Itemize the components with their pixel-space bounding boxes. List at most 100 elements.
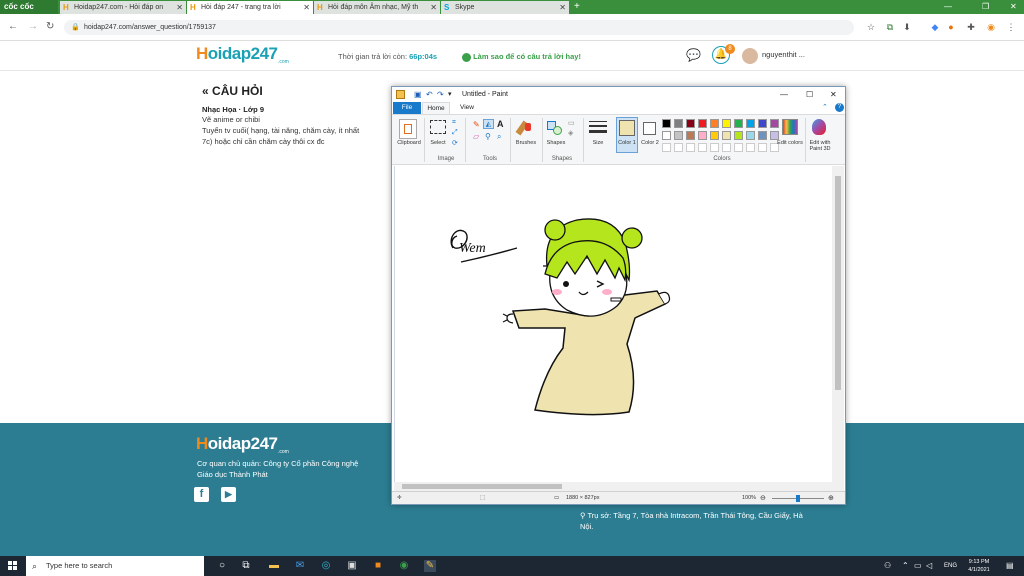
notifications-icon[interactable]: ▤ xyxy=(1006,561,1014,570)
network-icon[interactable]: ▭ xyxy=(914,561,922,570)
fill-shape-icon[interactable]: ◈ xyxy=(568,129,573,137)
palette-swatch[interactable] xyxy=(686,131,695,140)
maximize-icon[interactable]: ☐ xyxy=(806,87,813,102)
volume-icon[interactable]: ◁ xyxy=(926,561,932,570)
office-icon[interactable]: ■ xyxy=(372,560,384,572)
redo-icon[interactable]: ↷ xyxy=(437,87,444,102)
file-menu[interactable]: File xyxy=(393,102,421,114)
tab-hoidap-home[interactable]: H Hoidap247.com - Hỏi đáp on ✕ xyxy=(60,1,186,14)
select-icon[interactable] xyxy=(430,120,446,134)
puzzle-icon[interactable]: ✚ xyxy=(966,22,976,32)
palette-swatch-empty[interactable] xyxy=(662,143,671,152)
edit-colors-icon[interactable] xyxy=(782,119,798,135)
undo-icon[interactable]: ↶ xyxy=(426,87,433,102)
palette-swatch[interactable] xyxy=(770,119,779,128)
palette-swatch[interactable] xyxy=(698,131,707,140)
coccoc-brand[interactable]: cốc cốc xyxy=(0,0,58,14)
close-icon[interactable]: ✕ xyxy=(559,1,566,14)
site-logo[interactable]: Hoidap247 .com xyxy=(196,44,289,65)
tray-chevron-icon[interactable]: ⌃ xyxy=(902,561,909,570)
zoom-in-icon[interactable]: ⊕ xyxy=(828,492,834,505)
close-icon[interactable]: ✕ xyxy=(830,87,837,102)
quick-access-dropdown-icon[interactable]: ▾ xyxy=(448,87,452,102)
tab-hoidap-music[interactable]: H Hỏi đáp môn Âm nhạc, Mỹ th ✕ xyxy=(314,1,440,14)
paint-titlebar[interactable]: ▣ ↶ ↷ ▾ Untitled - Paint — ☐ ✕ xyxy=(392,87,845,102)
edit-colors-label[interactable]: Edit colors xyxy=(776,140,804,146)
palette-swatch[interactable] xyxy=(710,131,719,140)
cortana-icon[interactable]: ○ xyxy=(216,560,228,572)
palette-swatch[interactable] xyxy=(770,131,779,140)
palette-swatch-empty[interactable] xyxy=(686,143,695,152)
palette-swatch[interactable] xyxy=(722,131,731,140)
outline-icon[interactable]: ▭ xyxy=(568,119,575,127)
paint-window[interactable]: ▣ ↶ ↷ ▾ Untitled - Paint — ☐ ✕ File Home… xyxy=(391,86,846,505)
color2-swatch[interactable] xyxy=(643,122,656,135)
tab-skype[interactable]: S Skype ✕ xyxy=(441,1,569,14)
palette-swatch[interactable] xyxy=(746,119,755,128)
avatar[interactable] xyxy=(742,48,758,64)
view-tab[interactable]: View xyxy=(454,102,480,114)
select-label[interactable]: Select xyxy=(425,140,451,146)
answer-tip-link[interactable]: Làm sao để có câu trả lời hay! xyxy=(462,52,581,62)
palette-swatch[interactable] xyxy=(758,119,767,128)
close-window-icon[interactable]: ✕ xyxy=(1010,0,1017,13)
eraser-icon[interactable]: ▱ xyxy=(473,132,479,141)
file-explorer-icon[interactable]: ▬ xyxy=(268,560,280,572)
clipboard-icon[interactable] xyxy=(399,119,417,139)
crop-icon[interactable]: ⌗ xyxy=(452,119,456,127)
palette-swatch-empty[interactable] xyxy=(758,143,767,152)
extension-icon[interactable]: ⧉ xyxy=(885,22,895,32)
palette-swatch[interactable] xyxy=(662,119,671,128)
palette-swatch[interactable] xyxy=(674,119,683,128)
palette-swatch[interactable] xyxy=(686,119,695,128)
minimize-icon[interactable]: — xyxy=(780,87,788,102)
youtube-icon[interactable]: ▶ xyxy=(221,487,236,502)
brushes-icon[interactable] xyxy=(515,119,534,137)
horizontal-scrollbar[interactable] xyxy=(394,482,844,491)
palette-swatch[interactable] xyxy=(758,131,767,140)
paint3d-icon[interactable] xyxy=(812,119,826,135)
color-picker-icon[interactable]: ⚲ xyxy=(485,132,491,141)
minimize-icon[interactable]: — xyxy=(944,0,952,13)
text-icon[interactable]: A xyxy=(497,119,504,129)
store-icon[interactable]: ▣ xyxy=(346,560,358,572)
palette-swatch[interactable] xyxy=(698,119,707,128)
task-view-icon[interactable]: ⧉ xyxy=(240,560,252,572)
home-tab[interactable]: Home xyxy=(422,102,450,114)
username[interactable]: nguyenthit ... xyxy=(762,50,805,59)
zoom-slider-thumb[interactable] xyxy=(796,495,800,502)
back-arrow-icon[interactable]: ← xyxy=(8,21,18,32)
new-tab-button[interactable]: + xyxy=(574,0,580,13)
facebook-icon[interactable]: f xyxy=(194,487,209,502)
drawing-canvas[interactable]: Wem xyxy=(395,166,832,482)
palette-swatch[interactable] xyxy=(674,131,683,140)
people-icon[interactable]: ⚇ xyxy=(884,561,891,570)
palette-swatch-empty[interactable] xyxy=(746,143,755,152)
fill-icon[interactable]: ◭ xyxy=(483,119,494,129)
edit-paint3d-label[interactable]: Edit with Paint 3D xyxy=(806,140,834,152)
palette-swatch[interactable] xyxy=(722,119,731,128)
palette-swatch-empty[interactable] xyxy=(698,143,707,152)
shapes-icon[interactable] xyxy=(546,119,564,137)
language-indicator[interactable]: ENG xyxy=(944,563,957,569)
tab-hoidap-answer[interactable]: H Hỏi đáp 247 - trang tra lời ✕ xyxy=(187,1,313,14)
vertical-scrollbar[interactable] xyxy=(832,166,844,482)
palette-swatch[interactable] xyxy=(662,131,671,140)
double-chevron-left-icon[interactable]: « xyxy=(202,84,209,98)
rotate-icon[interactable]: ⟳ xyxy=(452,139,458,147)
close-icon[interactable]: ✕ xyxy=(303,1,310,14)
color2-label[interactable]: Color 2 xyxy=(639,140,661,146)
pencil-icon[interactable]: ✎ xyxy=(473,120,480,129)
palette-swatch-empty[interactable] xyxy=(710,143,719,152)
close-icon[interactable]: ✕ xyxy=(430,1,437,14)
resize-icon[interactable]: ⤢ xyxy=(452,129,458,137)
save-icon[interactable]: ▣ xyxy=(414,87,422,102)
chat-icon[interactable]: 💬 xyxy=(686,48,701,62)
coccoc-icon[interactable]: ◉ xyxy=(986,22,996,32)
palette-swatch[interactable] xyxy=(710,119,719,128)
star-icon[interactable]: ☆ xyxy=(866,22,876,32)
help-icon[interactable]: ? xyxy=(835,103,844,112)
magnifier-icon[interactable]: ⌕ xyxy=(497,132,501,142)
palette-swatch-empty[interactable] xyxy=(722,143,731,152)
ribbon-collapse-icon[interactable]: ⌃ xyxy=(822,103,828,111)
